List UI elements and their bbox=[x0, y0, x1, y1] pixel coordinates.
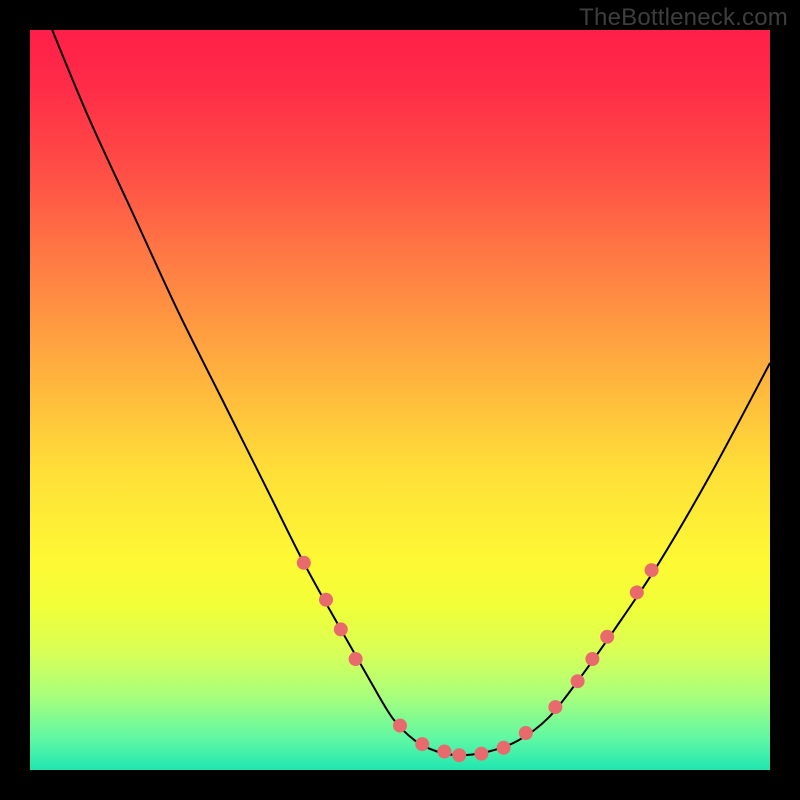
data-marker bbox=[297, 556, 311, 570]
bottleneck-curve bbox=[52, 30, 770, 755]
chart-frame: TheBottleneck.com bbox=[0, 0, 800, 800]
data-marker bbox=[349, 652, 363, 666]
data-marker bbox=[437, 745, 451, 759]
data-marker bbox=[645, 563, 659, 577]
data-marker bbox=[571, 674, 585, 688]
data-marker bbox=[334, 622, 348, 636]
data-marker bbox=[474, 747, 488, 761]
data-marker bbox=[319, 593, 333, 607]
data-marker bbox=[415, 737, 429, 751]
data-marker bbox=[585, 652, 599, 666]
data-marker bbox=[519, 726, 533, 740]
data-marker bbox=[600, 630, 614, 644]
data-marker bbox=[548, 700, 562, 714]
data-marker bbox=[497, 741, 511, 755]
marker-group bbox=[297, 556, 659, 762]
data-marker bbox=[630, 585, 644, 599]
watermark-text: TheBottleneck.com bbox=[579, 4, 788, 32]
data-marker bbox=[452, 748, 466, 762]
chart-svg bbox=[30, 30, 770, 770]
data-marker bbox=[393, 719, 407, 733]
